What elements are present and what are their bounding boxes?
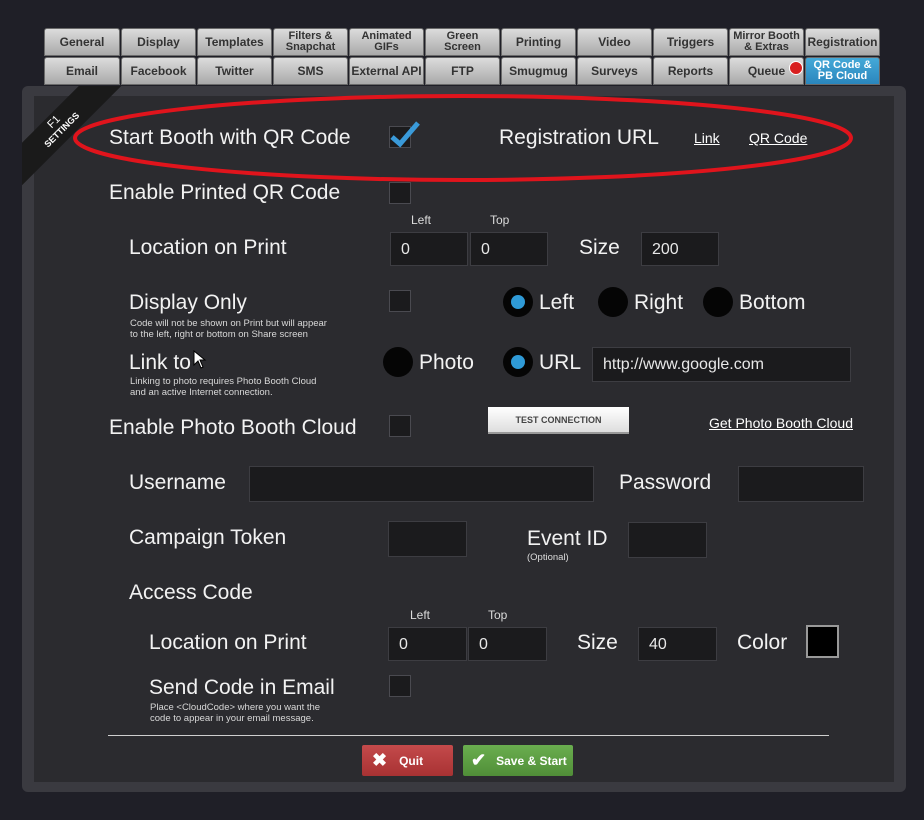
tab-twitter[interactable]: Twitter (197, 57, 272, 85)
save-start-button[interactable]: ✔ Save & Start (463, 745, 573, 776)
enable-cloud-label: Enable Photo Booth Cloud (109, 416, 357, 439)
campaign-token-input[interactable] (388, 521, 467, 557)
tab-mirror-booth-extras[interactable]: Mirror Booth & Extras (729, 28, 804, 56)
access-color-label: Color (737, 631, 788, 654)
quit-button-label: Quit (399, 753, 424, 768)
test-connection-button[interactable]: TEST CONNECTION (488, 407, 629, 434)
check-icon: ✔ (471, 750, 487, 770)
checkmark-icon (390, 121, 420, 148)
enable-cloud-checkbox[interactable] (389, 415, 411, 437)
tab-filters-snapchat[interactable]: Filters & Snapchat (273, 28, 348, 56)
qr-size-label: Size (579, 236, 620, 259)
qr-top-input[interactable]: 0 (470, 232, 548, 266)
tab-display[interactable]: Display (121, 28, 196, 56)
link-to-label: Link to (129, 351, 191, 374)
registration-url-label: Registration URL (499, 126, 659, 149)
tab-email[interactable]: Email (44, 57, 120, 85)
tab-qr-code-pb-cloud[interactable]: QR Code & PB Cloud (805, 57, 880, 85)
display-only-checkbox[interactable] (389, 290, 411, 312)
tab-reports[interactable]: Reports (653, 57, 728, 85)
tab-ftp[interactable]: FTP (425, 57, 500, 85)
link-photo-label: Photo (419, 351, 474, 374)
qr-location-label: Location on Print (129, 236, 287, 259)
position-left-label: Left (539, 291, 575, 314)
link-url-radio[interactable] (503, 347, 533, 377)
position-right-label: Right (634, 291, 684, 314)
tab-printing[interactable]: Printing (501, 28, 576, 56)
position-bottom-label: Bottom (739, 291, 806, 314)
start-booth-qr-label: Start Booth with QR Code (109, 126, 351, 149)
footer-divider (108, 735, 829, 736)
access-left-input[interactable]: 0 (388, 627, 467, 661)
event-id-optional: (Optional) (527, 552, 569, 563)
campaign-token-label: Campaign Token (129, 526, 287, 549)
access-size-label: Size (577, 631, 618, 654)
tab-general[interactable]: General (44, 28, 120, 56)
link-photo-radio[interactable] (383, 347, 413, 377)
position-bottom-radio[interactable] (703, 287, 733, 317)
username-input[interactable] (249, 466, 594, 502)
position-left-radio[interactable] (503, 287, 533, 317)
queue-status-dot (789, 61, 803, 75)
send-code-email-label: Send Code in Email (149, 676, 335, 699)
qr-left-caption: Left (411, 213, 432, 227)
access-size-input[interactable]: 40 (638, 627, 717, 661)
enable-printed-qr-label: Enable Printed QR Code (109, 181, 341, 204)
send-code-email-checkbox[interactable] (389, 675, 411, 697)
event-id-input[interactable] (628, 522, 707, 558)
access-top-caption: Top (488, 608, 508, 622)
quit-button[interactable]: ✖ Quit (362, 745, 453, 776)
link-to-note: Linking to photo requires Photo Booth Cl… (130, 376, 317, 398)
get-cloud-link[interactable]: Get Photo Booth Cloud (709, 415, 853, 431)
tab-registration[interactable]: Registration (805, 28, 880, 56)
registration-qr-code-link[interactable]: QR Code (749, 130, 807, 146)
display-only-note: Code will not be shown on Print but will… (130, 318, 327, 340)
tab-templates[interactable]: Templates (197, 28, 272, 56)
tab-facebook[interactable]: Facebook (121, 57, 196, 85)
password-input[interactable] (738, 466, 864, 502)
position-right-radio[interactable] (598, 287, 628, 317)
display-only-label: Display Only (129, 291, 247, 314)
send-code-email-note: Place <CloudCode> where you want the cod… (150, 702, 321, 724)
close-icon: ✖ (372, 750, 388, 770)
access-left-caption: Left (410, 608, 431, 622)
qr-top-caption: Top (490, 213, 510, 227)
qr-size-input[interactable]: 200 (641, 232, 719, 266)
username-label: Username (129, 471, 226, 494)
tab-green-screen[interactable]: Green Screen (425, 28, 500, 56)
access-location-label: Location on Print (149, 631, 307, 654)
access-code-label: Access Code (129, 581, 253, 604)
access-color-swatch[interactable] (806, 625, 839, 658)
tab-video[interactable]: Video (577, 28, 652, 56)
qr-left-input[interactable]: 0 (390, 232, 468, 266)
tab-surveys[interactable]: Surveys (577, 57, 652, 85)
enable-printed-qr-checkbox[interactable] (389, 182, 411, 204)
save-start-button-label: Save & Start (496, 753, 567, 768)
url-input[interactable]: http://www.google.com (592, 347, 851, 382)
mouse-cursor-icon (193, 350, 207, 369)
start-booth-qr-checkbox[interactable] (389, 121, 420, 148)
password-label: Password (619, 471, 712, 494)
tab-triggers[interactable]: Triggers (653, 28, 728, 56)
link-url-label: URL (539, 351, 582, 374)
event-id-label: Event ID (527, 527, 608, 550)
tab-external-api[interactable]: External API (349, 57, 424, 85)
tab-animated-gifs[interactable]: Animated GIFs (349, 28, 424, 56)
tab-smugmug[interactable]: Smugmug (501, 57, 576, 85)
access-top-input[interactable]: 0 (468, 627, 547, 661)
tab-sms[interactable]: SMS (273, 57, 348, 85)
registration-link[interactable]: Link (694, 130, 720, 146)
